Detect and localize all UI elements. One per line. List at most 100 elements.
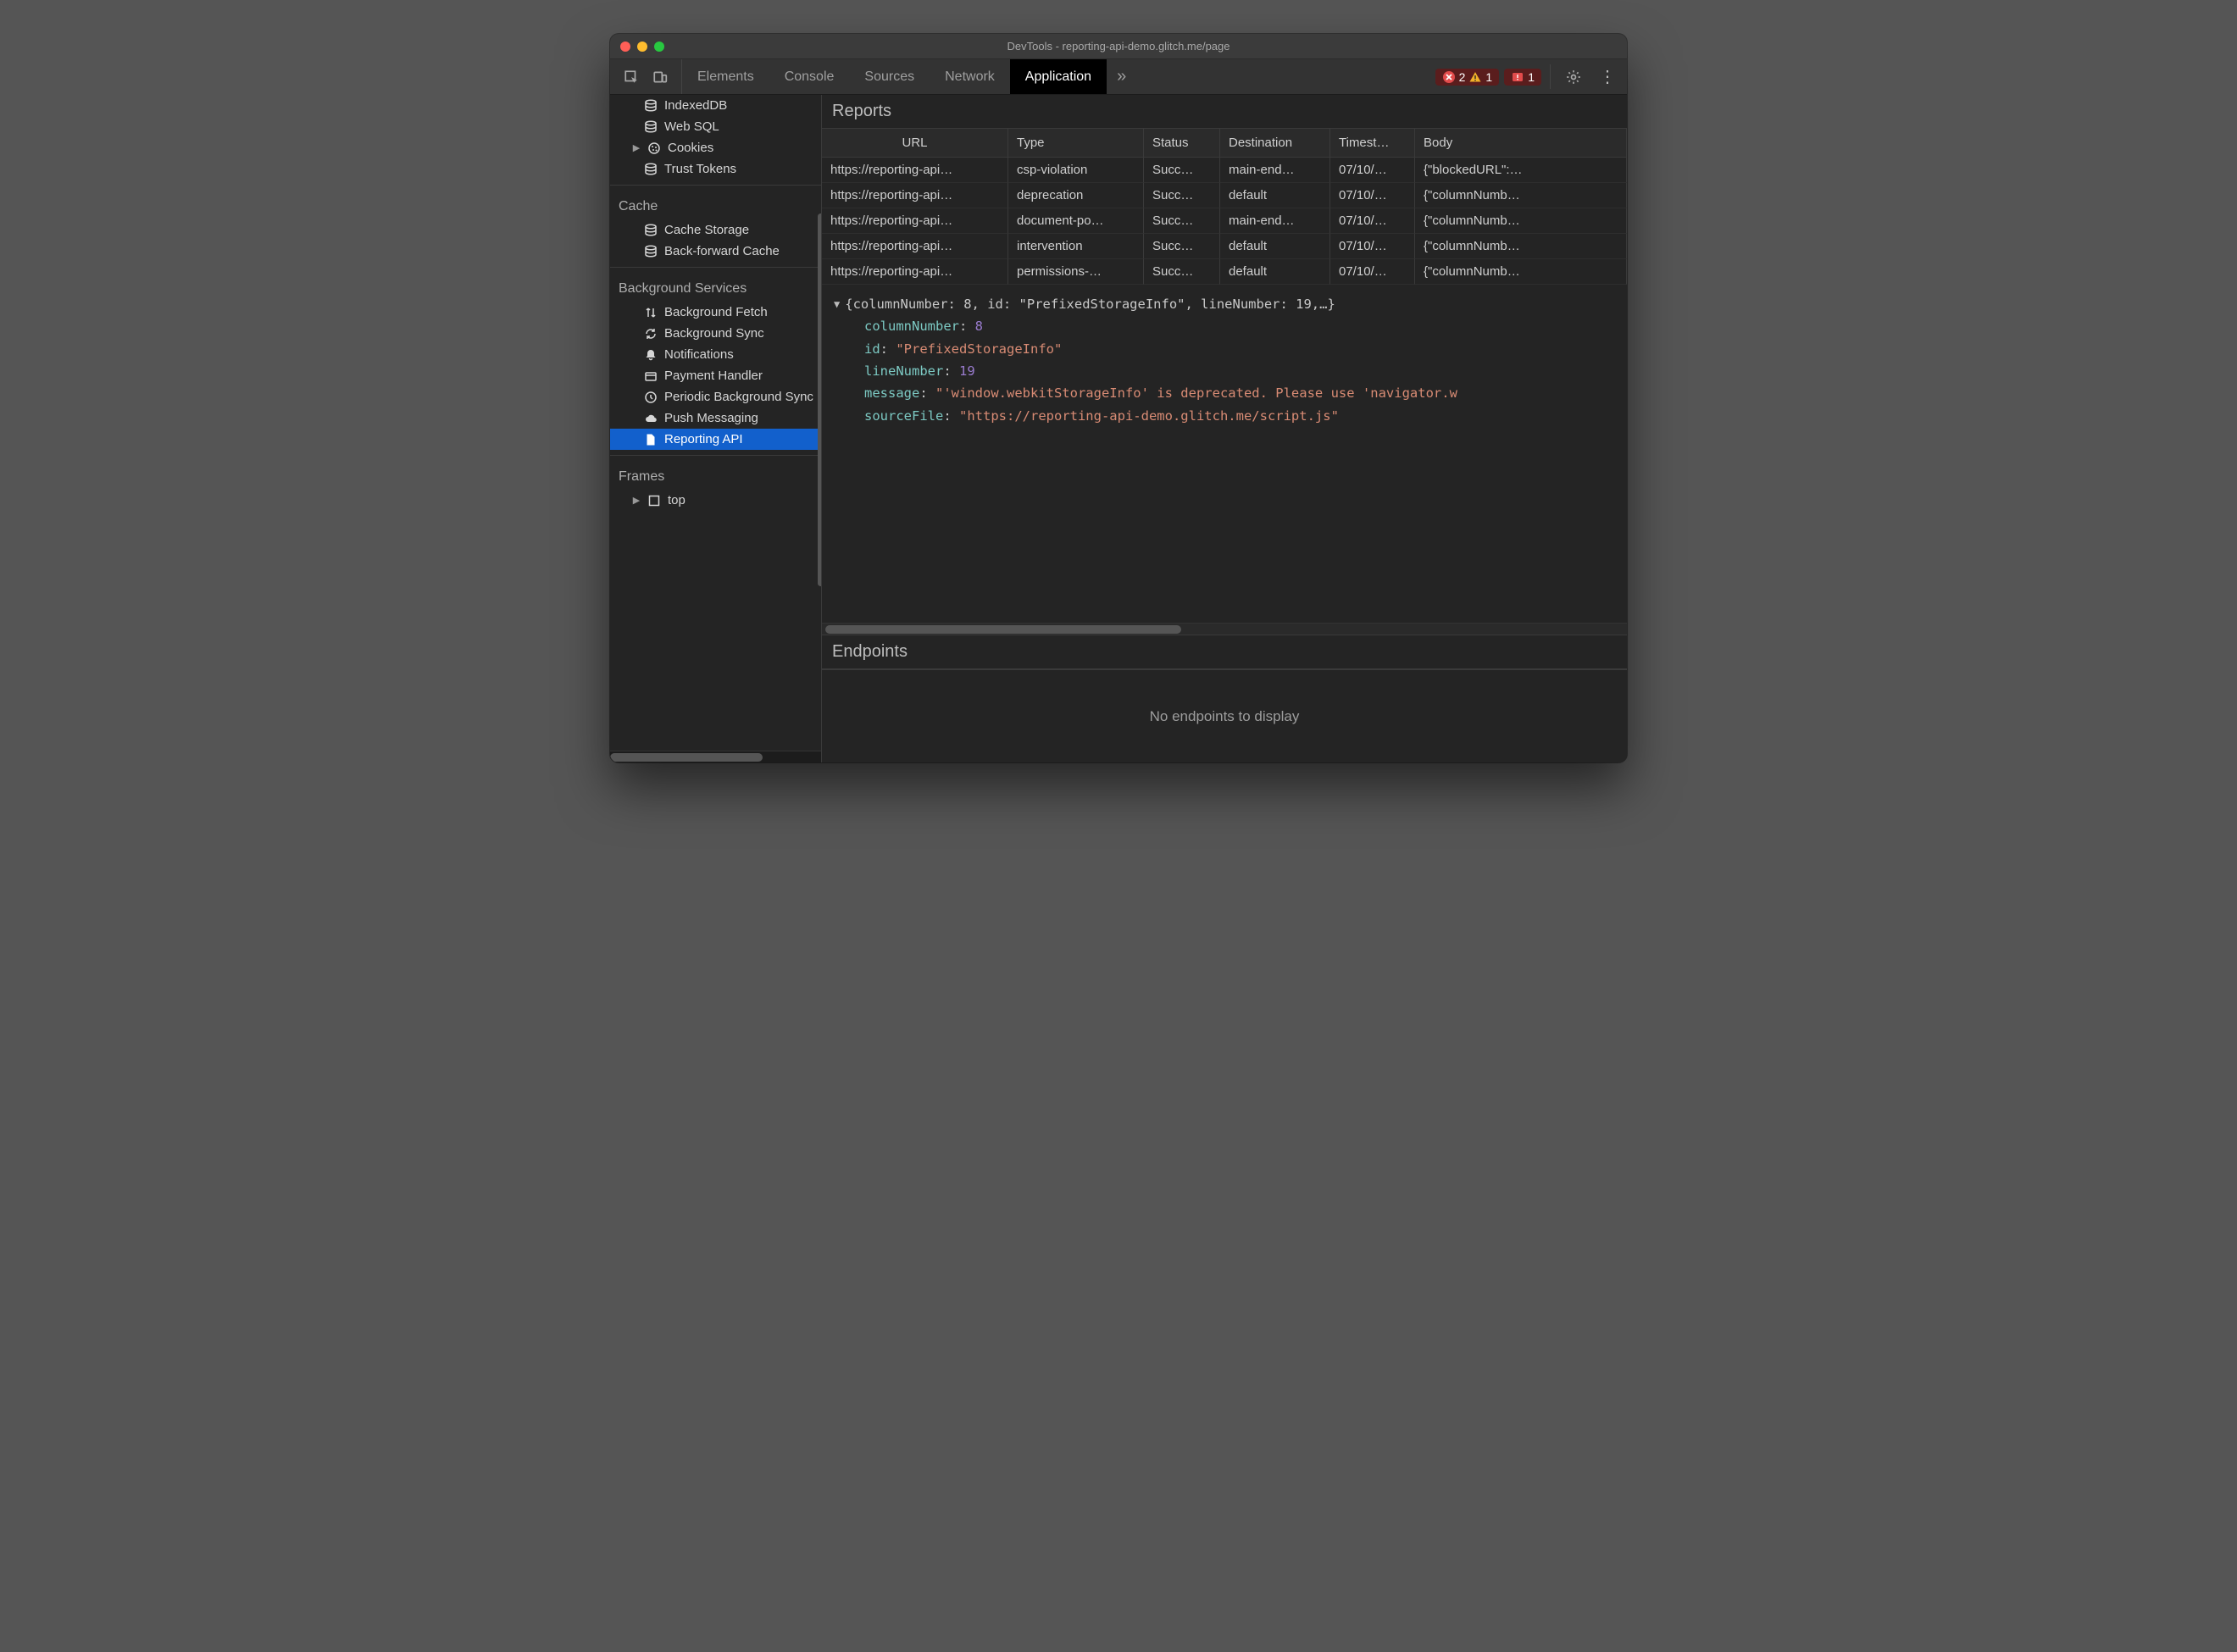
table-cell-body[interactable]: {"columnNumb… (1415, 183, 1627, 208)
table-cell-url[interactable]: https://reporting-api… (822, 208, 1008, 234)
tab-network[interactable]: Network (930, 59, 1010, 94)
table-cell-ts[interactable]: 07/10/… (1330, 259, 1415, 285)
table-cell-ts[interactable]: 07/10/… (1330, 158, 1415, 183)
table-cell-url[interactable]: https://reporting-api… (822, 183, 1008, 208)
table-cell-status[interactable]: Succ… (1144, 158, 1220, 183)
table-cell-url[interactable]: https://reporting-api… (822, 259, 1008, 285)
col-body[interactable]: Body (1415, 129, 1627, 158)
sidebar-scroll[interactable]: IndexedDB Web SQL ▶ Cookies Trust Tokens… (610, 95, 821, 751)
table-cell-ts[interactable]: 07/10/… (1330, 234, 1415, 259)
table-cell-url[interactable]: https://reporting-api… (822, 158, 1008, 183)
sidebar-item-cookies[interactable]: ▶ Cookies (610, 137, 821, 158)
table-cell-body[interactable]: {"columnNumb… (1415, 234, 1627, 259)
sidebar-item-reporting-api[interactable]: Reporting API (610, 429, 821, 450)
detail-horizontal-scrollbar[interactable] (822, 623, 1627, 635)
toolbar-left (610, 59, 682, 94)
sidebar-item-trust-tokens[interactable]: Trust Tokens (610, 158, 821, 180)
table-cell-dest[interactable]: main-end… (1220, 158, 1330, 183)
sidebar-section-bg: Background Services (610, 273, 821, 302)
table-cell-ts[interactable]: 07/10/… (1330, 183, 1415, 208)
settings-gear-icon[interactable] (1563, 66, 1585, 88)
triangle-down-icon: ▼ (834, 296, 840, 313)
sidebar-section-cache: Cache (610, 191, 821, 219)
panel-body: IndexedDB Web SQL ▶ Cookies Trust Tokens… (610, 95, 1627, 762)
tab-application[interactable]: Application (1010, 59, 1107, 94)
col-url[interactable]: URL (822, 129, 1008, 158)
sidebar-item-label: Cookies (668, 141, 713, 155)
table-row[interactable]: https://reporting-api…document-po…Succ…m… (822, 208, 1627, 234)
tab-overflow-button[interactable]: » (1107, 59, 1136, 94)
sidebar-item-periodic-bg-sync[interactable]: Periodic Background Sync (610, 386, 821, 407)
reports-thead: URL Type Status Destination Timest… Body (822, 129, 1627, 158)
table-cell-body[interactable]: {"columnNumb… (1415, 208, 1627, 234)
col-destination[interactable]: Destination (1220, 129, 1330, 158)
table-row[interactable]: https://reporting-api…interventionSucc…d… (822, 234, 1627, 259)
device-toolbar-icon[interactable] (649, 66, 671, 88)
table-row[interactable]: https://reporting-api…deprecationSucc…de… (822, 183, 1627, 208)
sidebar-item-bfcache[interactable]: Back-forward Cache (610, 241, 821, 262)
updown-icon (644, 306, 658, 319)
window-title: DevTools - reporting-api-demo.glitch.me/… (610, 40, 1627, 53)
table-cell-type[interactable]: deprecation (1008, 183, 1144, 208)
database-icon (644, 224, 658, 237)
col-timestamp[interactable]: Timest… (1330, 129, 1415, 158)
detail-key: id (864, 341, 880, 357)
sidebar-item-bg-sync[interactable]: Background Sync (610, 323, 821, 344)
table-cell-dest[interactable]: default (1220, 183, 1330, 208)
table-cell-type[interactable]: csp-violation (1008, 158, 1144, 183)
endpoints-empty-state: No endpoints to display (822, 669, 1627, 762)
table-cell-type[interactable]: intervention (1008, 234, 1144, 259)
detail-value: 8 (975, 319, 983, 334)
table-cell-dest[interactable]: default (1220, 259, 1330, 285)
tab-sources[interactable]: Sources (849, 59, 930, 94)
table-cell-body[interactable]: {"columnNumb… (1415, 259, 1627, 285)
sidebar-item-websql[interactable]: Web SQL (610, 116, 821, 137)
sidebar-item-push-messaging[interactable]: Push Messaging (610, 407, 821, 429)
console-errors-badge[interactable]: 2 1 (1435, 69, 1500, 86)
table-cell-type[interactable]: document-po… (1008, 208, 1144, 234)
sidebar-item-notifications[interactable]: Notifications (610, 344, 821, 365)
table-cell-body[interactable]: {"blockedURL":… (1415, 158, 1627, 183)
table-row[interactable]: https://reporting-api…permissions-…Succ…… (822, 259, 1627, 285)
close-window-button[interactable] (620, 42, 630, 52)
cloud-icon (644, 412, 658, 425)
zoom-window-button[interactable] (654, 42, 664, 52)
detail-key: columnNumber (864, 319, 959, 334)
endpoints-empty-text: No endpoints to display (1150, 708, 1300, 725)
minimize-window-button[interactable] (637, 42, 647, 52)
panel-tabs: Elements Console Sources Network Applica… (682, 59, 1430, 94)
sidebar-horizontal-scrollbar[interactable] (610, 751, 821, 762)
tab-console[interactable]: Console (769, 59, 850, 94)
table-cell-url[interactable]: https://reporting-api… (822, 234, 1008, 259)
tab-elements[interactable]: Elements (682, 59, 769, 94)
sidebar-item-label: Cache Storage (664, 223, 749, 237)
sidebar-item-label: Notifications (664, 347, 734, 362)
sidebar-item-indexeddb[interactable]: IndexedDB (610, 95, 821, 116)
table-cell-ts[interactable]: 07/10/… (1330, 208, 1415, 234)
table-cell-status[interactable]: Succ… (1144, 259, 1220, 285)
table-cell-dest[interactable]: main-end… (1220, 208, 1330, 234)
sidebar-item-label: Background Sync (664, 326, 764, 341)
table-cell-type[interactable]: permissions-… (1008, 259, 1144, 285)
sidebar-item-label: Background Fetch (664, 305, 768, 319)
devtools-window: DevTools - reporting-api-demo.glitch.me/… (610, 34, 1627, 762)
database-icon (644, 245, 658, 258)
sidebar-item-cache-storage[interactable]: Cache Storage (610, 219, 821, 241)
table-cell-status[interactable]: Succ… (1144, 208, 1220, 234)
table-cell-dest[interactable]: default (1220, 234, 1330, 259)
inspect-element-icon[interactable] (620, 66, 642, 88)
col-type[interactable]: Type (1008, 129, 1144, 158)
sidebar-item-label: IndexedDB (664, 98, 727, 113)
detail-value: "'window.webkitStorageInfo' is deprecate… (935, 385, 1457, 401)
detail-value: "https://reporting-api-demo.glitch.me/sc… (959, 408, 1339, 424)
sidebar-item-bg-fetch[interactable]: Background Fetch (610, 302, 821, 323)
kebab-menu-icon[interactable]: ⋮ (1596, 66, 1618, 88)
sidebar-item-frame-top[interactable]: ▶ top (610, 490, 821, 511)
issues-badge[interactable]: 1 (1504, 69, 1541, 86)
col-status[interactable]: Status (1144, 129, 1220, 158)
table-cell-status[interactable]: Succ… (1144, 183, 1220, 208)
table-cell-status[interactable]: Succ… (1144, 234, 1220, 259)
table-row[interactable]: https://reporting-api…csp-violationSucc…… (822, 158, 1627, 183)
sidebar-item-payment-handler[interactable]: Payment Handler (610, 365, 821, 386)
report-detail-json[interactable]: ▼{columnNumber: 8, id: "PrefixedStorageI… (822, 285, 1627, 623)
